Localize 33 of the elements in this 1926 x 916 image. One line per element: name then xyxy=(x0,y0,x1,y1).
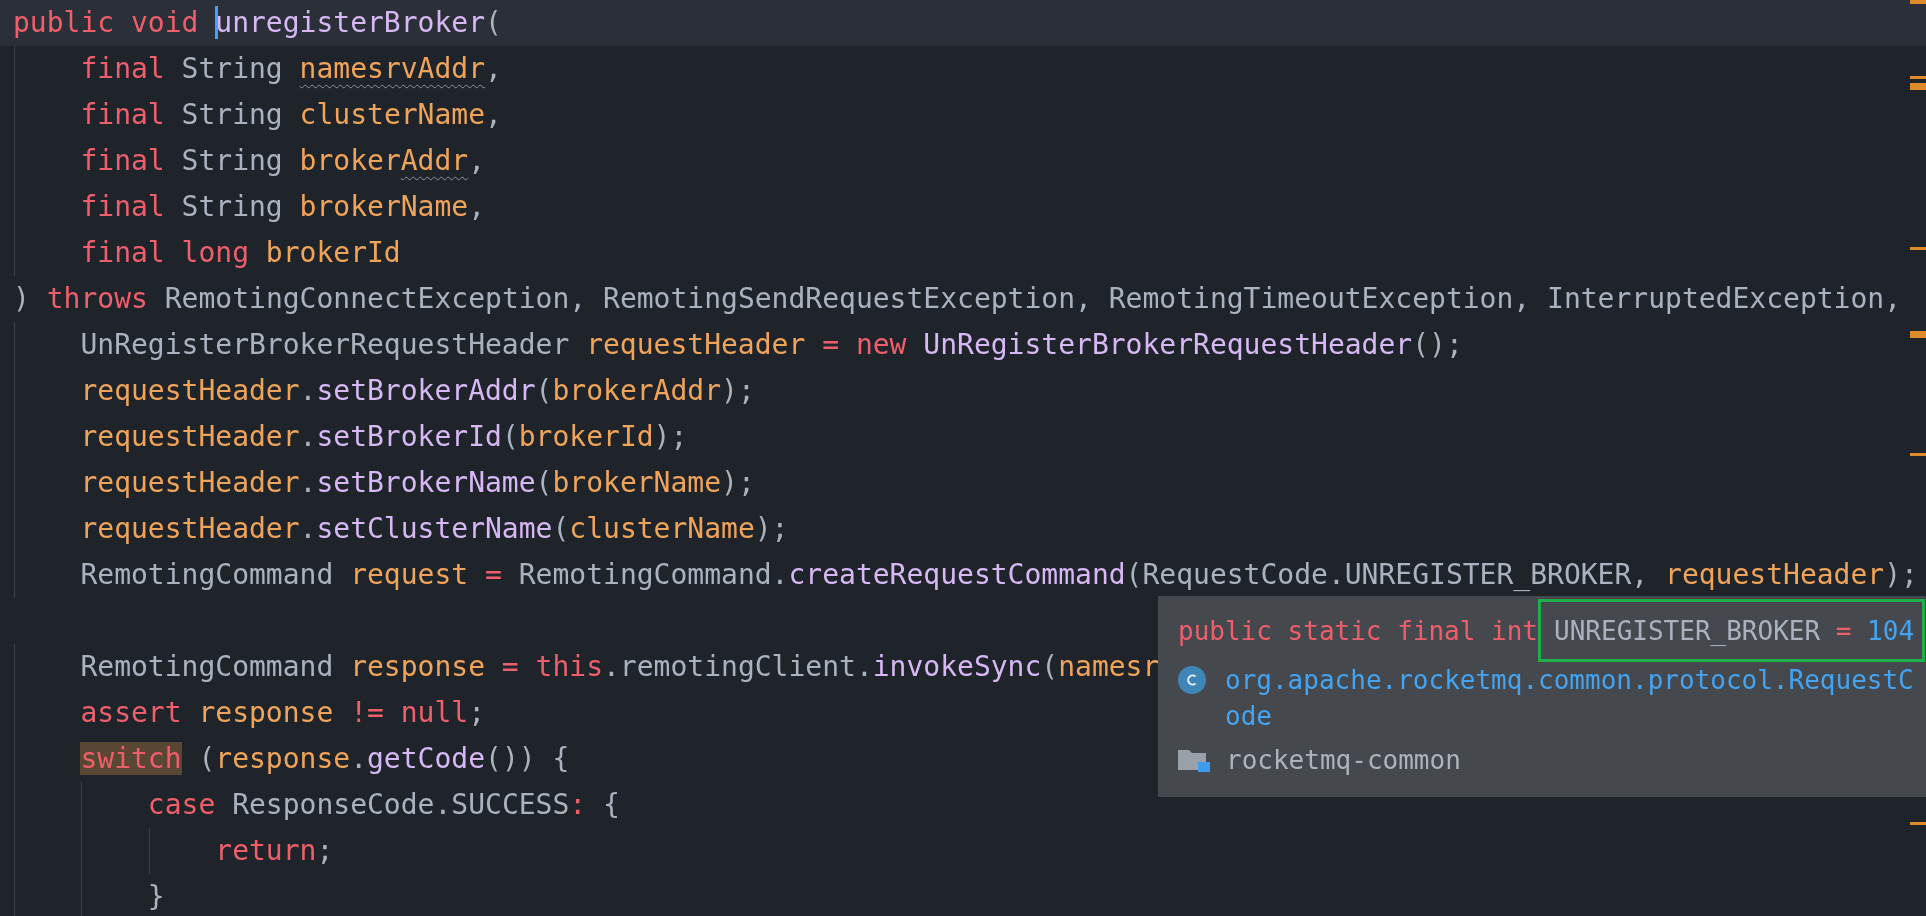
class-icon xyxy=(1178,666,1206,694)
code-line: } xyxy=(147,879,165,915)
error-stripe-mark[interactable] xyxy=(1910,0,1926,4)
error-stripe-mark[interactable] xyxy=(1910,247,1926,250)
code-line: public void unregisterBroker( xyxy=(13,5,502,41)
declaration-modifiers: public static final int xyxy=(1178,615,1539,646)
error-stripe-mark[interactable] xyxy=(1910,822,1926,825)
code-line: requestHeader.setClusterName(clusterName); xyxy=(80,511,789,547)
folder-icon xyxy=(1178,748,1210,772)
code-line: final String clusterName, xyxy=(80,97,502,133)
error-stripe-mark[interactable] xyxy=(1910,83,1926,90)
code-line: requestHeader.setBrokerAddr(brokerAddr); xyxy=(80,373,755,409)
code-line: final long brokerId xyxy=(80,235,401,271)
class-link[interactable]: org.apache.rocketmq.common.protocol.RequestCode xyxy=(1225,662,1916,734)
highlighted-declaration: UNREGISTER_BROKER = 104 xyxy=(1538,599,1926,662)
module-name: rocketmq-common xyxy=(1226,744,1461,777)
code-line: switch (response.getCode()) { xyxy=(80,741,570,777)
code-line: ) throws RemotingConnectException, RemotingSendRequestException, RemotingTimeoutException, InterruptedException, xyxy=(13,281,1902,317)
error-stripe-mark[interactable] xyxy=(1910,76,1926,79)
code-line: requestHeader.setBrokerName(brokerName); xyxy=(80,465,755,501)
error-stripe-mark[interactable] xyxy=(1910,453,1926,456)
code-line: assert response != null; xyxy=(80,695,485,731)
code-line: UnRegisterBrokerRequestHeader requestHeader = new UnRegisterBrokerRequestHeader(); xyxy=(80,327,1463,363)
code-line: final String namesrvAddr, xyxy=(80,51,502,87)
error-stripe-mark[interactable] xyxy=(1910,331,1926,338)
code-line: return; xyxy=(215,833,334,869)
code-line: case ResponseCode.SUCCESS: { xyxy=(147,787,620,823)
code-line: RemotingCommand request = RemotingCommand.createRequestCommand(RequestCode.UNREGISTER_BROKER, requestHeader); xyxy=(80,557,1918,593)
code-line: final String brokerAddr, xyxy=(80,143,486,179)
code-line: final String brokerName, xyxy=(80,189,486,225)
code-line: requestHeader.setBrokerId(brokerId); xyxy=(80,419,688,455)
code-line: RemotingCommand response = this.remotingClient.invokeSync(namesr xyxy=(80,649,1160,685)
code-editor[interactable] xyxy=(0,0,1926,916)
